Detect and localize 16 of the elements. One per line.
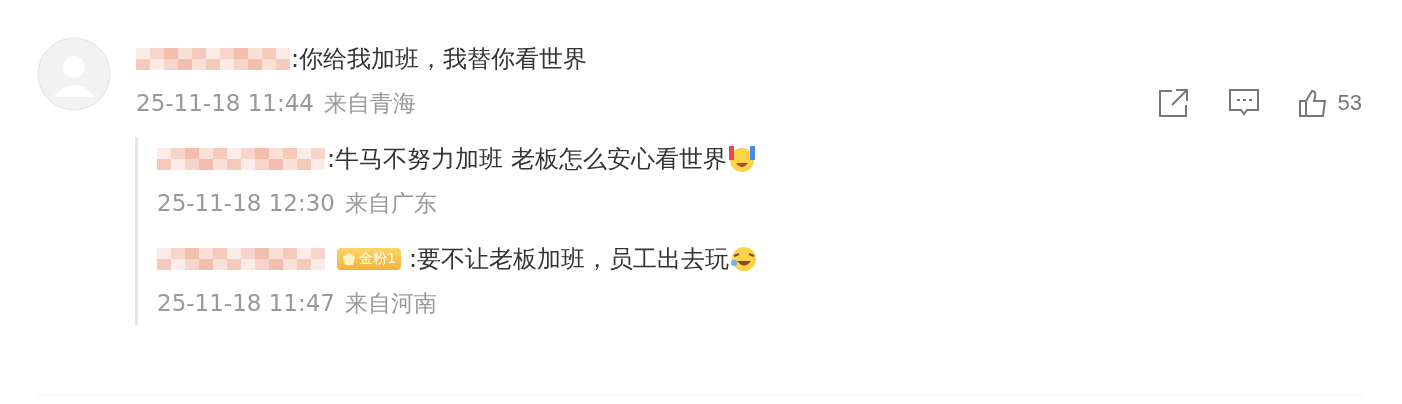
- share-icon[interactable]: [1157, 88, 1190, 118]
- timestamp: 25-11-18 11:47: [157, 290, 335, 316]
- location-text: 来自青海: [324, 88, 416, 118]
- comment-icon[interactable]: [1227, 88, 1260, 118]
- location-text: 来自广东: [345, 188, 437, 218]
- emoji-icon: [729, 244, 759, 274]
- timestamp: 25-11-18 12:30: [157, 190, 335, 216]
- fan-badge: 金粉1: [337, 248, 401, 270]
- timestamp: 25-11-18 11:44: [136, 90, 314, 116]
- comment-text: :你给我加班，我替你看世界: [291, 44, 588, 75]
- like-button[interactable]: 53: [1297, 88, 1362, 118]
- reply-text: :要不让老板加班，员工出去玩: [408, 244, 729, 275]
- reply-text: :牛马不努力加班 老板怎么安心看世界: [327, 144, 727, 175]
- location-text: 来自河南: [345, 288, 437, 318]
- emoji-icon: [726, 144, 757, 174]
- avatar-icon: [37, 37, 111, 111]
